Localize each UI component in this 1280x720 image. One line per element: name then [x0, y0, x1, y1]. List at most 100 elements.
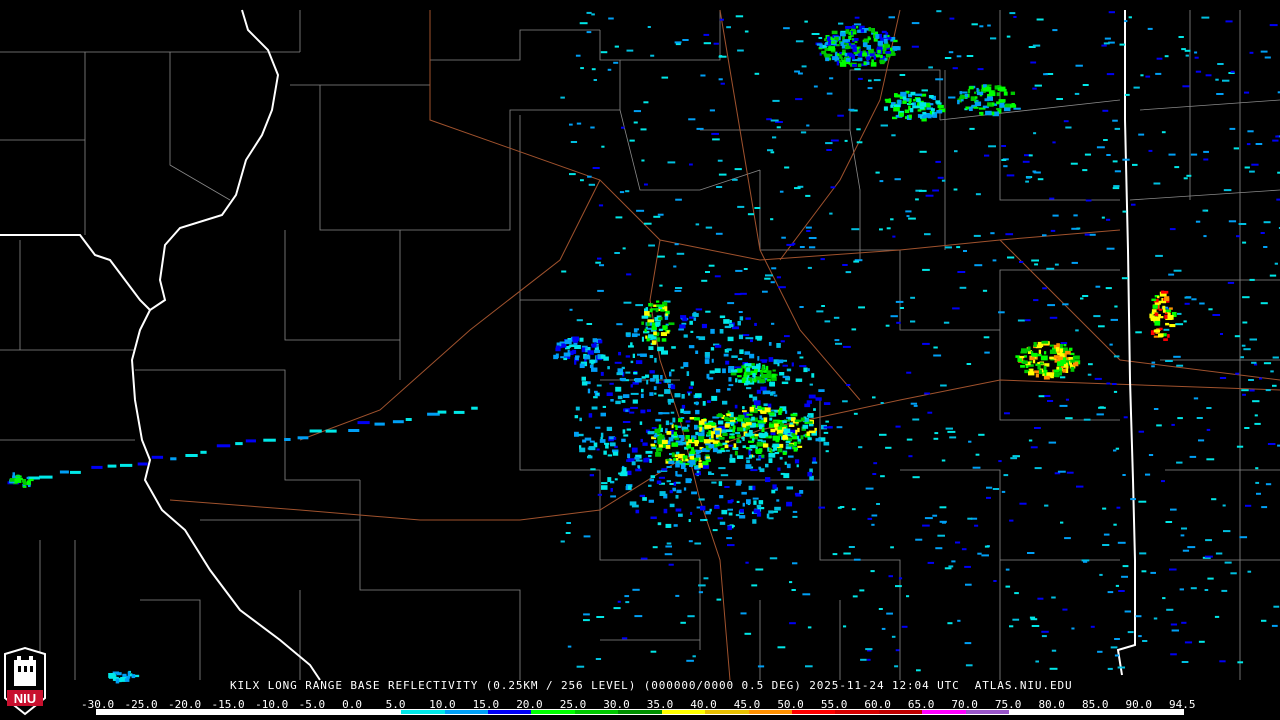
- echo-pixel: [964, 642, 972, 645]
- echo-pixel: [1124, 610, 1132, 613]
- echo-pixel: [653, 386, 657, 390]
- echo-pixel: [1035, 373, 1039, 378]
- echo-pixel: [1174, 166, 1180, 169]
- echo-pixel: [1043, 369, 1048, 373]
- echo-pixel: [741, 491, 747, 495]
- echo-pixel: [769, 413, 775, 416]
- echo-pixel: [607, 454, 613, 457]
- echo-pixel: [791, 589, 796, 591]
- echo-pixel: [587, 455, 593, 459]
- echo-pixel: [703, 577, 709, 580]
- echo-pixel: [762, 290, 768, 293]
- echo-pixel: [1251, 163, 1259, 166]
- echo-pixel: [735, 514, 740, 517]
- echo-pixel: [908, 217, 916, 220]
- echo-pixel: [742, 445, 746, 449]
- echo-pixel: [748, 440, 754, 444]
- echo-pixel: [1112, 119, 1118, 122]
- echo-pixel: [1057, 356, 1063, 361]
- echo-pixel: [694, 417, 700, 421]
- echo-pixel: [949, 436, 957, 439]
- echo-pixel: [879, 59, 885, 65]
- echo-pixel: [1098, 325, 1105, 328]
- echo-pixel: [640, 557, 648, 560]
- echo-pixel: [981, 554, 989, 557]
- echo-pixel: [887, 35, 890, 38]
- echo-pixel: [674, 289, 682, 292]
- echo-pixel: [713, 42, 719, 45]
- echo-pixel: [1195, 220, 1201, 223]
- echo-pixel: [754, 72, 760, 75]
- echo-pixel: [725, 449, 730, 452]
- echo-pixel: [1167, 312, 1171, 318]
- echo-pixel: [847, 52, 853, 56]
- echo-pixel: [727, 508, 733, 511]
- echo-pixel: [1185, 296, 1192, 299]
- echo-pixel: [770, 381, 776, 387]
- echo-pixel: [899, 307, 904, 309]
- echo-pixel: [1065, 350, 1071, 355]
- echo-pixel: [1041, 630, 1049, 633]
- echo-pixel: [692, 313, 699, 317]
- echo-pixel: [1206, 428, 1211, 431]
- echo-pixel: [691, 447, 695, 452]
- logo-text: NIU: [14, 691, 36, 706]
- echo-pixel: [811, 461, 818, 464]
- echo-pixel: [609, 382, 614, 385]
- echo-pixel: [705, 226, 713, 229]
- echo-pixel: [632, 353, 636, 358]
- echo-pixel: [565, 532, 571, 534]
- echo-pixel: [613, 437, 617, 440]
- echo-pixel: [1043, 73, 1048, 76]
- echo-pixel: [1162, 597, 1166, 600]
- echo-pixel: [701, 419, 707, 422]
- echo-pixel: [698, 591, 704, 594]
- echo-pixel: [1043, 375, 1050, 380]
- echo-pixel: [884, 58, 887, 62]
- echo-pixel: [1169, 324, 1176, 328]
- echo-pixel: [1065, 398, 1070, 401]
- echo-pixel: [1260, 50, 1268, 53]
- echo-pixel: [808, 430, 816, 434]
- echo-pixel: [680, 621, 686, 624]
- echo-pixel: [673, 431, 677, 436]
- echo-pixel: [749, 454, 753, 459]
- echo-pixel: [804, 403, 811, 408]
- echo-pixel: [630, 360, 634, 364]
- echo-pixel: [908, 100, 912, 105]
- echo-pixel: [746, 425, 751, 430]
- echo-pixel: [1034, 370, 1040, 374]
- echo-pixel: [1029, 616, 1036, 619]
- echo-pixel: [1245, 504, 1252, 507]
- echo-pixel: [1103, 533, 1110, 536]
- echo-pixel: [921, 89, 928, 92]
- echo-pixel: [783, 27, 790, 30]
- echo-pixel: [839, 506, 845, 508]
- echo-pixel: [1239, 536, 1248, 539]
- echo-pixel: [934, 432, 939, 435]
- echo-pixel: [780, 340, 785, 343]
- echo-pixel: [596, 616, 605, 618]
- echo-pixel: [893, 46, 901, 51]
- echo-pixel: [1216, 93, 1224, 95]
- echo-pixel: [727, 500, 733, 504]
- echo-pixel: [1171, 629, 1180, 632]
- echo-pixel: [678, 513, 683, 517]
- echo-pixel: [1260, 232, 1265, 234]
- echo-pixel: [600, 371, 604, 376]
- echo-pixel: [795, 40, 804, 43]
- echo-pixel: [635, 459, 643, 462]
- echo-pixel: [641, 376, 646, 379]
- echo-pixel: [658, 443, 663, 448]
- echo-pixel: [670, 411, 675, 414]
- echo-pixel: [718, 481, 723, 487]
- echo-pixel: [936, 10, 942, 13]
- echo-pixel: [945, 427, 953, 430]
- echo-pixel: [1191, 298, 1197, 301]
- echo-pixel: [795, 378, 803, 382]
- echo-pixel: [922, 342, 930, 345]
- echo-pixel: [1272, 384, 1277, 387]
- echo-pixel: [1071, 627, 1075, 630]
- echo-pixel: [1038, 369, 1042, 375]
- echo-pixel: [1170, 623, 1178, 626]
